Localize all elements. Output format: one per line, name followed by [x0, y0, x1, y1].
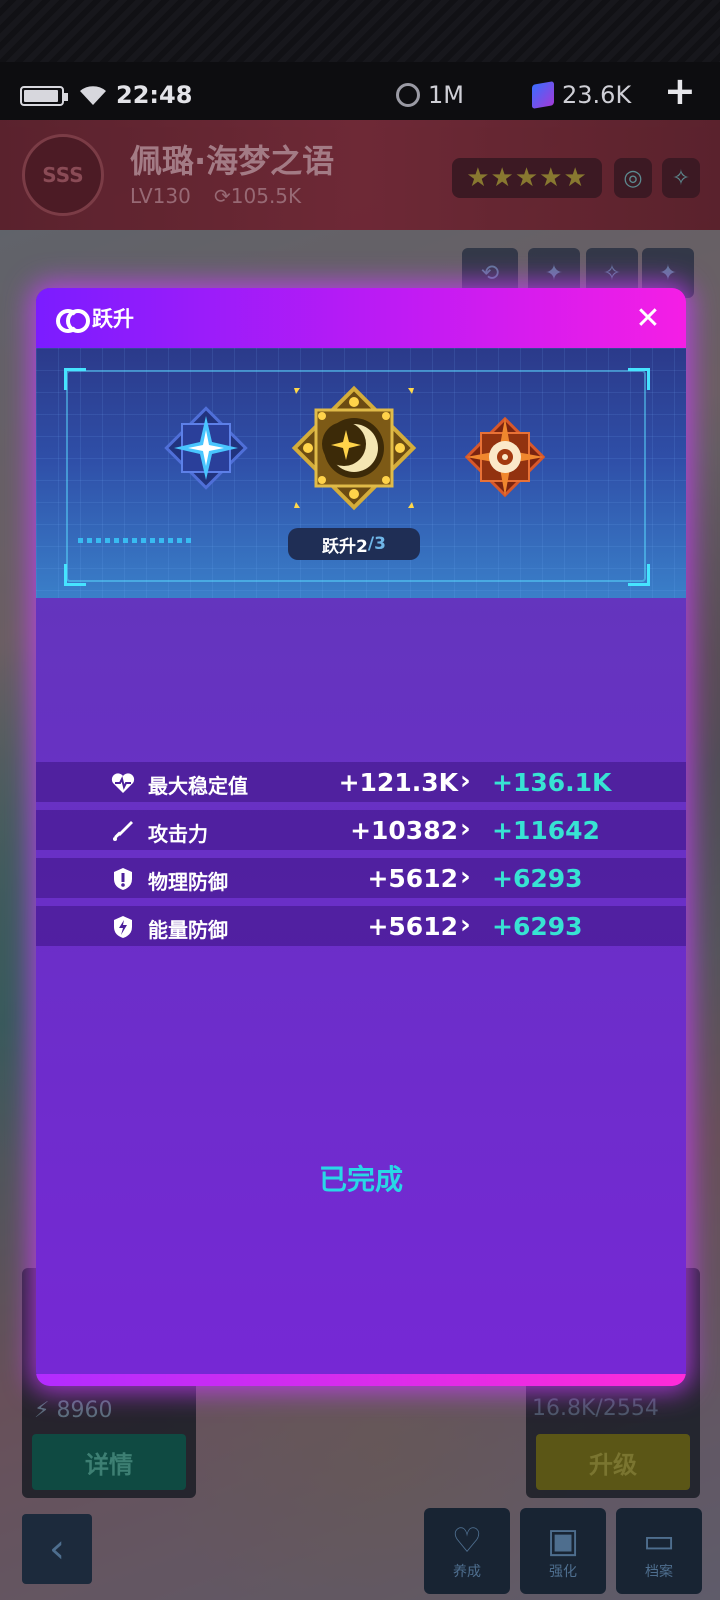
stat-label: 攻击力 [148, 822, 208, 846]
close-button[interactable]: ✕ [628, 298, 668, 338]
currency-coin: 1M [396, 78, 464, 112]
stat-old-value: +5612 [367, 864, 458, 893]
top-stripe [0, 0, 720, 62]
upgrade-button[interactable]: 升级 [536, 1434, 690, 1490]
chevron-right-icon: › [460, 766, 471, 796]
shield-bolt-icon [110, 914, 136, 940]
frame-corner [628, 368, 650, 390]
gem-icon [532, 81, 554, 109]
ascend-total: /3 [367, 534, 386, 554]
ascend-stage: 跃升2/3 [36, 348, 686, 598]
dialog-title: 跃升 [92, 307, 134, 331]
stat-row-physical-defense: 物理防御 +5612 › +6293 [36, 858, 686, 898]
exp-value: 16.8K/2554 [532, 1396, 659, 1421]
stage-dots [78, 538, 191, 543]
detail-button[interactable]: 详情 [32, 1434, 186, 1490]
stat-row-max-stability: 最大稳定值 +121.3K › +136.1K [36, 762, 686, 802]
shield-exclaim-icon [110, 866, 136, 892]
element-icon[interactable]: ◎ [614, 158, 652, 198]
coin-icon [396, 83, 420, 107]
sword-icon [110, 818, 136, 844]
chip-icon: ▣ [546, 1521, 580, 1561]
character-level: LV130 [130, 184, 191, 208]
stat-new-value: +6293 [492, 864, 583, 893]
battery-icon [20, 86, 68, 106]
character-power: ⟳105.5K [214, 184, 302, 208]
stat-new-value: +11642 [492, 816, 600, 845]
character-header: SSS 佩璐·海梦之语 LV130 ⟳105.5K ★★★★★ ◎ ✧ [0, 120, 720, 230]
energy-value: ⚡ 8960 [34, 1398, 113, 1423]
tab-cultivate[interactable]: ♡ 养成 [424, 1508, 510, 1594]
currency-gem: 23.6K [532, 78, 631, 112]
ascend-stage-2-emblem[interactable] [282, 376, 426, 520]
add-currency-button[interactable]: + [664, 69, 696, 113]
chevron-right-icon: › [460, 862, 471, 892]
tab-files[interactable]: ▭ 档案 [616, 1508, 702, 1594]
stat-new-value: +136.1K [492, 768, 612, 797]
class-icon[interactable]: ✧ [662, 158, 700, 198]
tab-enhance[interactable]: ▣ 强化 [520, 1508, 606, 1594]
stat-new-value: +6293 [492, 912, 583, 941]
tab-cultivate-label: 养成 [453, 1564, 481, 1580]
ascend-stage-1-emblem[interactable] [156, 398, 256, 498]
stat-label: 最大稳定值 [148, 774, 248, 798]
stat-old-value: +121.3K [338, 768, 458, 797]
rank-badge: SSS [22, 134, 104, 216]
stat-label: 物理防御 [148, 870, 228, 894]
frame-corner [64, 564, 86, 586]
ascend-progress: 跃升2/3 [288, 528, 420, 560]
currency-gem-value: 23.6K [562, 81, 632, 109]
stat-label: 能量防御 [148, 918, 228, 942]
stat-old-value: +10382 [350, 816, 458, 845]
clock: 22:48 [116, 81, 193, 109]
chevron-right-icon: › [460, 814, 471, 844]
star-rating: ★★★★★ [452, 158, 602, 198]
chevron-right-icon: › [460, 910, 471, 940]
ascend-icon [56, 307, 90, 333]
ascend-current-label: 跃升2 [322, 536, 368, 557]
wifi-icon [78, 78, 108, 112]
character-power-value: 105.5K [230, 184, 302, 208]
stat-row-attack: 攻击力 +10382 › +11642 [36, 810, 686, 850]
ascend-stage-3-emblem[interactable] [454, 406, 556, 508]
completed-status: 已完成 [318, 1163, 403, 1196]
stat-old-value: +5612 [367, 912, 458, 941]
heart-icon: ♡ [451, 1521, 483, 1561]
folder-icon: ▭ [642, 1521, 676, 1561]
dialog-header: 跃升 ✕ [36, 288, 686, 348]
ascend-dialog: 跃升 ✕ 跃升2 /3 最大稳定值 +121.3K › +136.1K 攻击力 … [36, 288, 686, 1386]
heart-pulse-icon [110, 770, 136, 796]
tab-enhance-label: 强化 [549, 1564, 577, 1580]
energy-value-text: 8960 [56, 1398, 113, 1423]
back-button[interactable]: ‹ [22, 1514, 92, 1584]
currency-coin-value: 1M [428, 81, 464, 109]
tab-files-label: 档案 [645, 1564, 673, 1580]
frame-corner [64, 368, 86, 390]
stat-row-energy-defense: 能量防御 +5612 › +6293 [36, 906, 686, 946]
frame-corner [628, 564, 650, 586]
character-name: 佩璐·海梦之语 [130, 142, 335, 180]
